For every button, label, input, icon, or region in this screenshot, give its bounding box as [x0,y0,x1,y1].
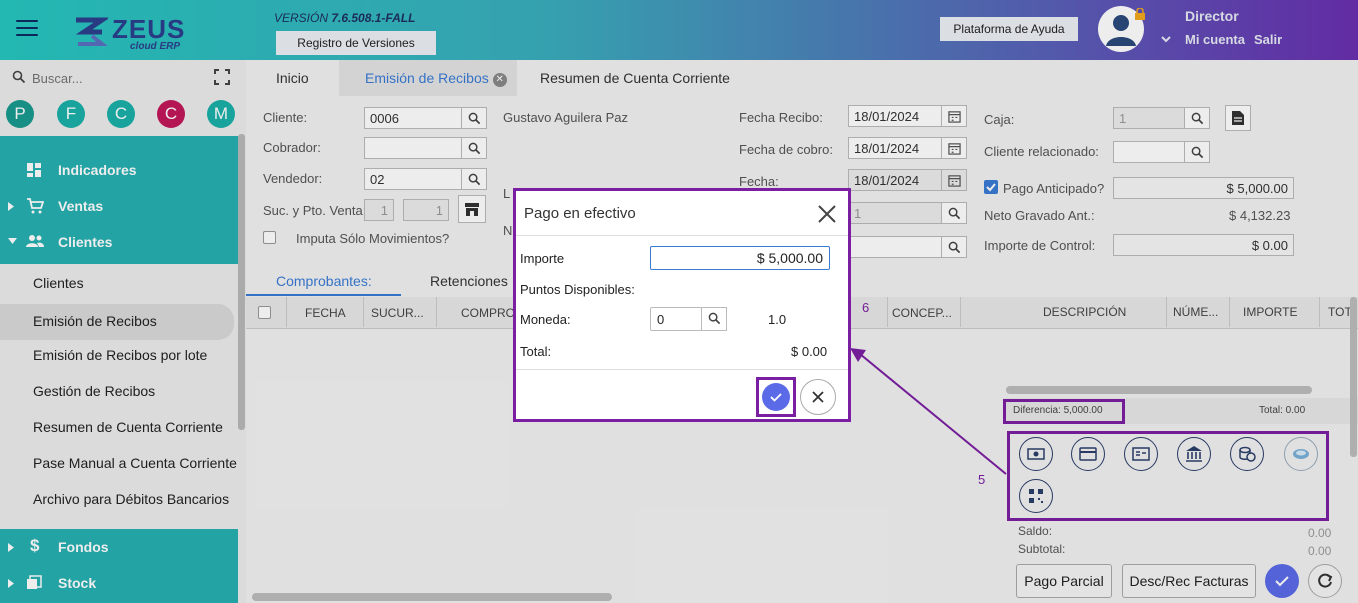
moneda-search-button[interactable] [701,307,727,331]
total-label: Total: [520,344,552,359]
moneda-input[interactable] [650,307,702,331]
search-icon [708,312,721,325]
dialog-divider [516,369,848,370]
cash-payment-dialog: Pago en efectivo Importe Puntos Disponib… [513,188,851,422]
dialog-confirm-button[interactable] [756,377,796,417]
moneda-label: Moneda: [520,312,571,327]
dialog-divider [516,235,848,236]
dialog-title: Pago en efectivo [524,205,636,222]
importe-label: Importe [520,251,565,266]
importe-input[interactable] [650,246,830,270]
dialog-confirm-circle [762,383,790,411]
close-icon[interactable] [816,203,838,225]
dialog-cancel-button[interactable] [800,379,836,415]
total-value: $ 0.00 [791,344,828,359]
check-icon [770,393,782,402]
close-icon [812,391,824,403]
puntos-label: Puntos Disponibles: [520,282,635,297]
moneda-rate: 1.0 [768,312,787,327]
